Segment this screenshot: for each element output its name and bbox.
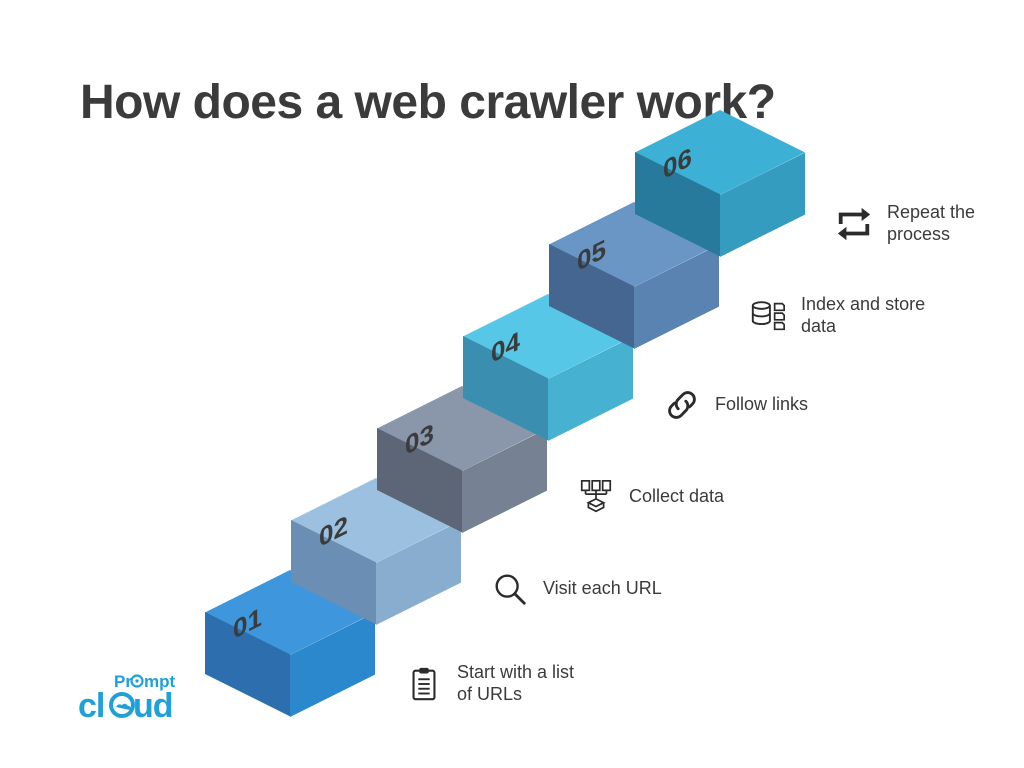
step-text: Collect data <box>629 486 724 508</box>
step-text: Repeat the process <box>887 202 1017 245</box>
step-cube-06 <box>720 110 840 230</box>
step-label: Collect data <box>577 478 724 516</box>
step-text: Visit each URL <box>543 578 662 600</box>
database-icon <box>749 297 787 335</box>
repeat-icon <box>835 205 873 243</box>
link-icon <box>663 386 701 424</box>
step-text: Start with a list of URLs <box>457 662 587 705</box>
step-label: Start with a list of URLs <box>405 662 587 705</box>
step-label: Repeat the process <box>835 202 1017 245</box>
step-label: Follow links <box>663 386 808 424</box>
step-label: Index and store data <box>749 294 931 337</box>
svg-text:Pr: Pr <box>114 672 132 691</box>
svg-text:cl: cl <box>78 687 104 725</box>
clipboard-icon <box>405 665 443 703</box>
step-text: Follow links <box>715 394 808 416</box>
svg-text:ud: ud <box>133 687 173 725</box>
promptcloud-logo: Pr mpt cl ud <box>60 667 200 732</box>
step-label: Visit each URL <box>491 570 662 608</box>
magnifier-icon <box>491 570 529 608</box>
step-text: Index and store data <box>801 294 931 337</box>
page-title: How does a web crawler work? <box>80 75 776 130</box>
collect-icon <box>577 478 615 516</box>
